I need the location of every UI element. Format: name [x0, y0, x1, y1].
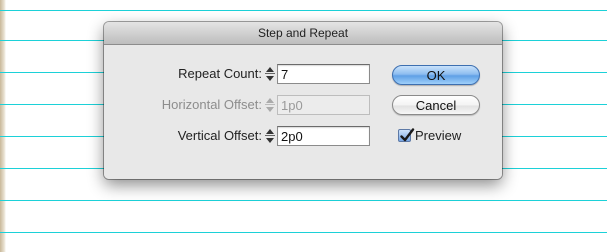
ok-button[interactable]: OK	[392, 65, 480, 85]
dialog-titlebar[interactable]: Step and Repeat	[104, 22, 502, 45]
dialog-title: Step and Repeat	[257, 26, 349, 40]
dialog-content: Repeat Count: Horizontal Offset: Vertica…	[104, 45, 502, 179]
preview-label: Preview	[415, 128, 462, 143]
vertical-offset-stepper-icon[interactable]	[265, 128, 275, 144]
repeat-count-input[interactable]	[277, 64, 370, 84]
cancel-button[interactable]: Cancel	[392, 95, 480, 115]
guide-line	[0, 232, 607, 233]
vertical-offset-label: Vertical Offset:	[177, 128, 262, 143]
repeat-count-stepper-icon[interactable]	[265, 66, 275, 82]
vertical-offset-input[interactable]	[277, 126, 370, 146]
checkmark-icon	[400, 128, 415, 142]
horizontal-offset-input	[277, 95, 370, 115]
repeat-count-label: Repeat Count:	[178, 66, 262, 81]
guide-line	[0, 10, 607, 11]
preview-checkbox-box[interactable]	[398, 128, 415, 142]
horizontal-offset-stepper-icon	[265, 97, 275, 113]
step-and-repeat-dialog: Step and Repeat Repeat Count: Horizontal…	[104, 22, 502, 179]
guide-line	[0, 200, 607, 201]
pasteboard-edge	[0, 0, 6, 252]
preview-checkbox[interactable]: Preview	[398, 127, 488, 145]
horizontal-offset-label: Horizontal Offset:	[161, 97, 262, 112]
